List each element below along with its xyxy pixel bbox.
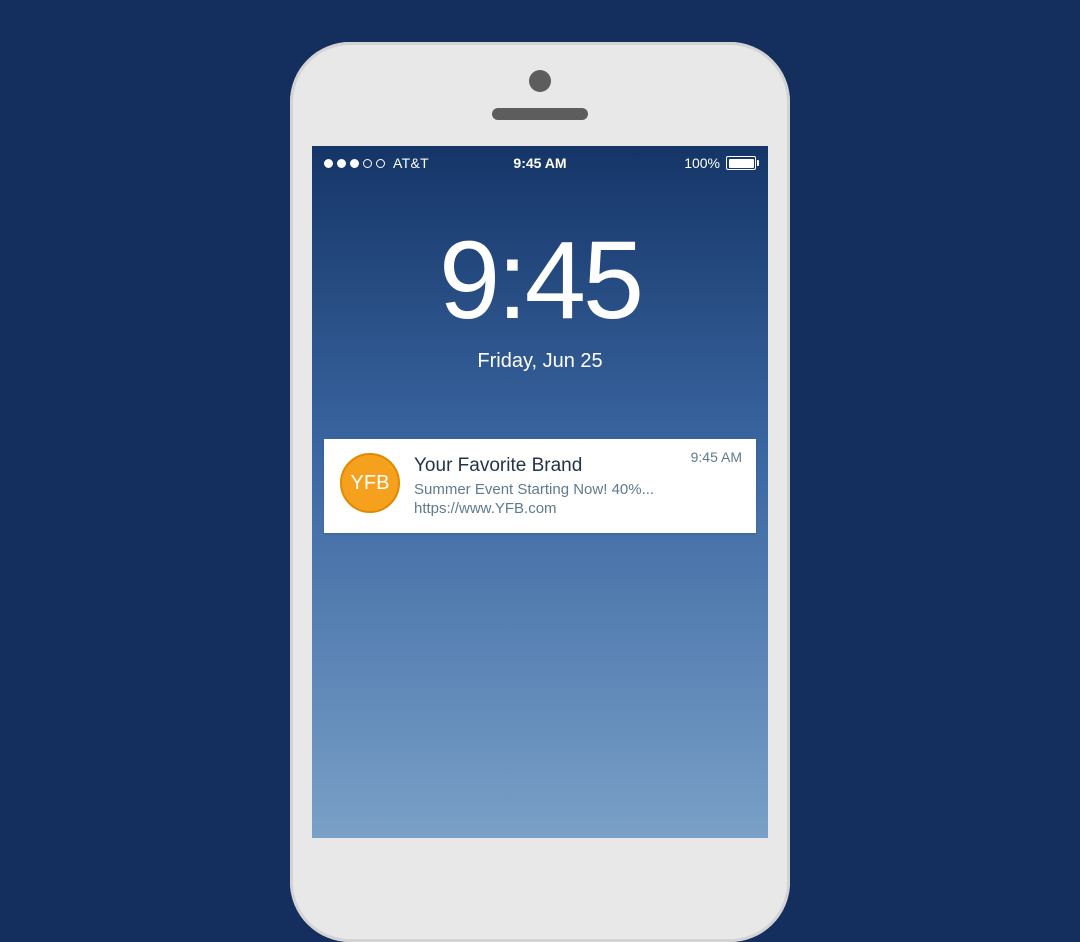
battery-percent: 100% [684,155,720,171]
status-bar: AT&T 9:45 AM 100% [312,146,768,180]
phone-speaker-slot [492,108,588,120]
notification-avatar: YFB [340,453,400,513]
avatar-initials: YFB [351,472,390,495]
phone-sensor-dot [529,70,551,92]
notification-preview: Summer Event Starting Now! 40%... [414,481,740,498]
carrier-label: AT&T [393,155,429,171]
notification-card[interactable]: YFB Your Favorite Brand Summer Event Sta… [324,439,756,533]
phone-screen: AT&T 9:45 AM 100% 9:45 Friday, Jun 25 YF… [312,146,768,838]
status-bar-time: 9:45 AM [513,155,566,171]
lock-screen-clock: 9:45 Friday, Jun 25 [312,226,768,373]
notification-timestamp: 9:45 AM [691,449,742,465]
lock-screen-date: Friday, Jun 25 [312,350,768,373]
lock-screen-time: 9:45 [312,226,768,336]
phone-frame: AT&T 9:45 AM 100% 9:45 Friday, Jun 25 YF… [290,42,790,942]
signal-strength-icon [324,159,385,168]
battery-icon [726,156,756,170]
status-bar-right: 100% [684,155,756,171]
status-bar-left: AT&T [324,155,429,171]
notification-link: https://www.YFB.com [414,500,740,517]
